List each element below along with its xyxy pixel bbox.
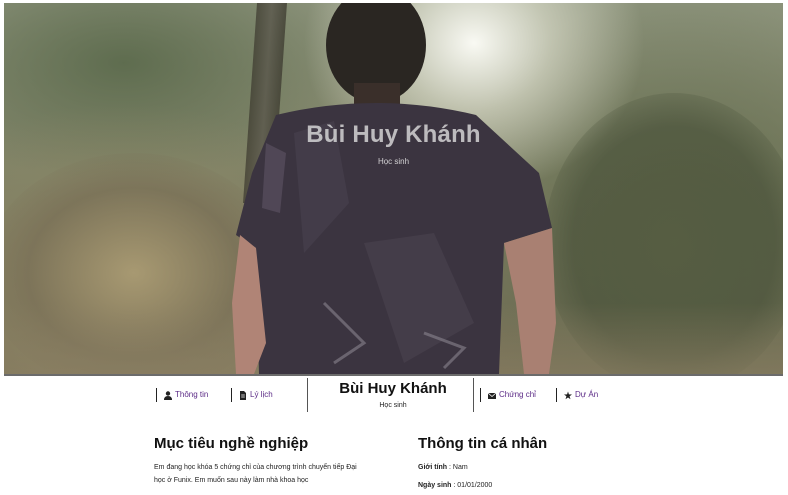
info-label: Ngày sinh (418, 482, 452, 489)
hero-text: Bùi Huy Khánh Học sinh (4, 3, 783, 374)
envelope-icon (488, 392, 496, 399)
nav-separator (480, 388, 481, 402)
star-icon (564, 391, 572, 399)
hero-name: Bùi Huy Khánh (306, 121, 481, 148)
nav-item-ly-lich[interactable]: Lý lịch (231, 388, 273, 402)
nav-brand: Bùi Huy Khánh Học sinh (308, 380, 478, 409)
nav-separator (556, 388, 557, 402)
career-text: Em đang học khóa 5 chứng chỉ của chương … (154, 464, 357, 484)
document-icon (240, 390, 246, 400)
career-title: Mục tiêu nghề nghiệp (154, 435, 309, 452)
info-value: : Nam (447, 464, 468, 471)
info-label: Giới tính (418, 464, 448, 471)
nav-separator (231, 388, 232, 402)
hero-role: Học sinh (377, 157, 410, 166)
nav-role: Học sinh (379, 402, 407, 409)
info-row-gender: Giới tính : Nam (418, 464, 468, 471)
personal-info-title: Thông tin cá nhân (418, 435, 548, 452)
nav-item-du-an[interactable]: Dự Án (556, 388, 598, 402)
hero-divider (4, 374, 783, 376)
nav-item-label: Lý lịch (250, 390, 273, 399)
user-icon (164, 390, 172, 400)
nav-name: Bùi Huy Khánh (339, 380, 447, 397)
nav-item-label: Chứng chỉ (499, 390, 536, 399)
info-row-birthdate: Ngày sinh : 01/01/2000 (418, 482, 492, 489)
nav-item-label: Thông tin (175, 390, 209, 399)
nav-item-thong-tin[interactable]: Thông tin (156, 388, 208, 402)
nav-item-chung-chi[interactable]: Chứng chỉ (480, 388, 536, 402)
nav-separator (156, 388, 157, 402)
info-value: : 01/01/2000 (451, 482, 493, 489)
nav-item-label: Dự Án (575, 390, 599, 399)
hero-banner: Bùi Huy Khánh Học sinh (4, 3, 783, 374)
